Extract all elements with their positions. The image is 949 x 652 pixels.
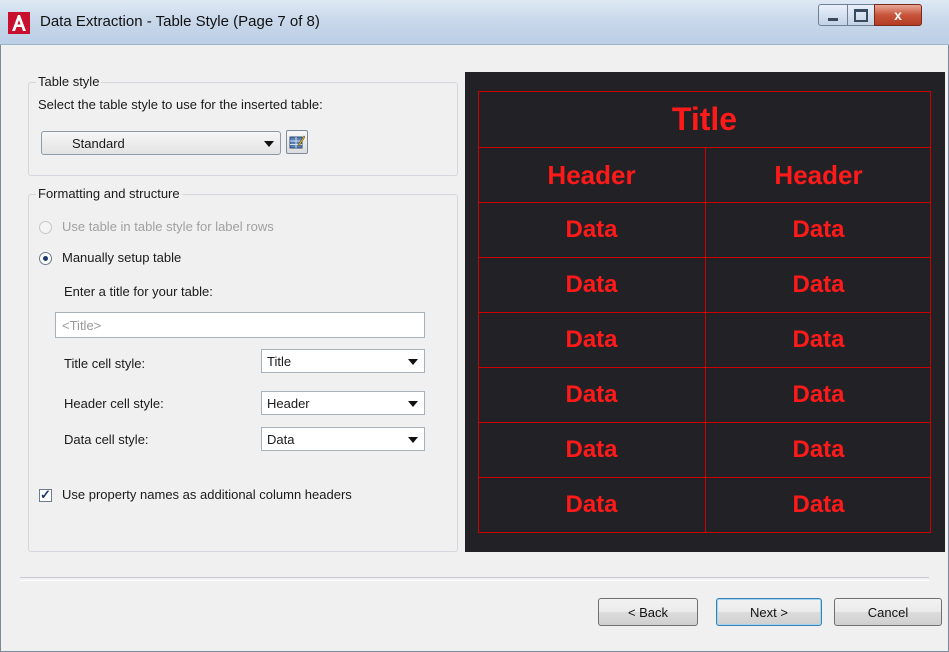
manual-setup-radio[interactable] [39, 252, 52, 265]
table-style-select[interactable]: Standard [41, 131, 281, 155]
table-style-prompt: Select the table style to use for the in… [38, 97, 323, 112]
close-icon: x [894, 7, 902, 23]
preview-title-cell: Title [671, 101, 738, 137]
data-cell-style-value: Data [267, 432, 295, 447]
label-rows-radio[interactable] [39, 221, 52, 234]
data-cell-style-label: Data cell style: [64, 432, 149, 447]
title-cell-style-select[interactable]: Title [261, 349, 425, 373]
edit-table-style-icon [289, 135, 305, 149]
autocad-logo-icon [8, 12, 30, 34]
use-property-names-label: Use property names as additional column … [62, 487, 352, 502]
preview-data-cell: Data [792, 491, 845, 518]
title-cell-style-label: Title cell style: [64, 356, 146, 371]
preview-data-cell: Data [565, 381, 618, 408]
title-cell-style-value: Title [267, 354, 292, 369]
title-prompt-label: Enter a title for your table: [64, 284, 213, 299]
minimize-button[interactable] [818, 4, 848, 26]
formatting-group-label: Formatting and structure [36, 186, 182, 201]
header-cell-style-label: Header cell style: [64, 396, 164, 411]
back-button[interactable]: < Back [598, 598, 698, 626]
table-style-value: Standard [72, 136, 125, 151]
data-cell-style-select[interactable]: Data [261, 427, 425, 451]
chevron-down-icon [264, 141, 274, 147]
cancel-button[interactable]: Cancel [834, 598, 942, 626]
header-cell-style-select[interactable]: Header [261, 391, 425, 415]
preview-data-cell: Data [565, 436, 618, 463]
checkmark-icon: ✓ [40, 487, 51, 502]
preview-data-cell: Data [565, 491, 618, 518]
preview-header-cell: Header [774, 159, 863, 190]
chevron-down-icon [408, 437, 418, 443]
preview-data-cell: Data [792, 216, 845, 243]
chevron-down-icon [408, 359, 418, 365]
maximize-button[interactable] [847, 4, 875, 26]
preview-data-cell: Data [792, 271, 845, 298]
close-button[interactable]: x [874, 4, 922, 26]
window-title: Data Extraction - Table Style (Page 7 of… [40, 13, 320, 30]
preview-data-cell: Data [565, 271, 618, 298]
maximize-icon [854, 8, 868, 22]
manual-setup-option-label: Manually setup table [62, 250, 182, 265]
table-title-input[interactable] [55, 312, 425, 338]
footer-separator [20, 577, 929, 581]
preview-data-cell: Data [565, 216, 618, 243]
table-style-group-label: Table style [36, 74, 102, 89]
preview-data-cell: Data [565, 326, 618, 353]
label-rows-option-label: Use table in table style for label rows [62, 219, 274, 234]
preview-header-cell: Header [547, 159, 636, 190]
preview-data-cell: Data [792, 326, 845, 353]
chevron-down-icon [408, 401, 418, 407]
minimize-icon [828, 17, 838, 21]
radio-selected-dot [43, 256, 48, 261]
preview-data-cell: Data [792, 381, 845, 408]
table-style-dialog-button[interactable] [286, 130, 308, 154]
use-property-names-checkbox[interactable]: ✓ [39, 487, 52, 502]
title-bar[interactable]: Data Extraction - Table Style (Page 7 of… [0, 0, 949, 45]
preview-data-cell: Data [792, 436, 845, 463]
dialog-window: Data Extraction - Table Style (Page 7 of… [0, 0, 949, 652]
next-button[interactable]: Next > [716, 598, 822, 626]
header-cell-style-value: Header [267, 396, 310, 411]
